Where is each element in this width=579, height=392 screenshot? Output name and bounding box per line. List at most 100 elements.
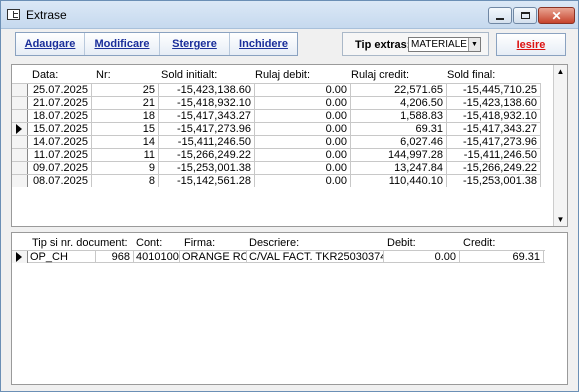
cell-nr[interactable]: 8 xyxy=(92,175,159,187)
extract-row[interactable]: 25.07.2025 25 -15,423,138.60 0.00 22,571.65-… xyxy=(12,83,541,96)
cell-credit[interactable]: 69.31 xyxy=(460,251,544,263)
exit-button[interactable]: Iesire xyxy=(496,33,566,56)
cell-date[interactable]: 09.07.2025 xyxy=(28,162,92,174)
col-header-credit[interactable]: Credit: xyxy=(463,237,495,249)
col-header-final-balance[interactable]: Sold final: xyxy=(447,69,495,81)
cell-nr[interactable]: 9 xyxy=(92,162,159,174)
row-indicator[interactable] xyxy=(12,149,28,161)
cell-debit[interactable]: 0.00 xyxy=(384,251,460,263)
cell-nr[interactable]: 15 xyxy=(92,123,159,135)
cell-date[interactable]: 11.07.2025 xyxy=(28,149,92,161)
cell-doc-number[interactable]: 968 xyxy=(96,251,134,263)
cell-doc-type[interactable]: OP_CH xyxy=(28,251,96,263)
cell-credit-turnover[interactable]: 13,247.84 xyxy=(351,162,447,174)
col-header-initial-balance[interactable]: Sold initialt: xyxy=(161,69,217,81)
row-indicator[interactable] xyxy=(12,97,28,109)
edit-button[interactable]: Modificare xyxy=(85,33,160,55)
cell-account[interactable]: 4010100 xyxy=(134,251,180,263)
row-indicator[interactable] xyxy=(12,251,28,263)
col-header-debit-turnover[interactable]: Rulaj debit: xyxy=(255,69,310,81)
col-header-date[interactable]: Data: xyxy=(32,69,58,81)
cell-date[interactable]: 15.07.2025 xyxy=(28,123,92,135)
col-header-description[interactable]: Descriere: xyxy=(249,237,299,249)
cell-final-balance[interactable]: -15,417,343.27 xyxy=(447,123,541,135)
dropdown-arrow-icon[interactable]: ▼ xyxy=(468,38,480,51)
cell-debit-turnover[interactable]: 0.00 xyxy=(255,136,351,148)
col-header-debit[interactable]: Debit: xyxy=(387,237,416,249)
cell-initial-balance[interactable]: -15,266,249.22 xyxy=(159,149,255,161)
col-header-account[interactable]: Cont: xyxy=(136,237,162,249)
add-button[interactable]: Adaugare xyxy=(16,33,85,55)
cell-initial-balance[interactable]: -15,411,246.50 xyxy=(159,136,255,148)
document-details-grid[interactable]: Tip si nr. document: Cont: Firma: Descri… xyxy=(11,232,568,385)
extract-row[interactable]: 09.07.2025 9 -15,253,001.38 0.00 13,247.84 -1… xyxy=(12,161,541,174)
extracts-scrollbar[interactable]: ▲ ▼ xyxy=(553,65,567,226)
col-header-doc-type[interactable]: Tip si nr. document: xyxy=(32,237,128,249)
cell-description[interactable]: C/VAL FACT. TKR250303747602 xyxy=(247,251,384,263)
cell-debit-turnover[interactable]: 0.00 xyxy=(255,162,351,174)
cell-final-balance[interactable]: -15,417,273.96 xyxy=(447,136,541,148)
extract-row[interactable]: 21.07.2025 21 -15,418,932.10 0.00 4,206.50 -1… xyxy=(12,96,541,109)
delete-button[interactable]: Stergere xyxy=(160,33,230,55)
cell-final-balance[interactable]: -15,253,001.38 xyxy=(447,175,541,187)
col-header-company[interactable]: Firma: xyxy=(184,237,215,249)
cell-final-balance[interactable]: -15,445,710.25 xyxy=(447,84,541,96)
cell-credit-turnover[interactable]: 144,997.28 xyxy=(351,149,447,161)
cell-final-balance[interactable]: -15,266,249.22 xyxy=(447,162,541,174)
cell-debit-turnover[interactable]: 0.00 xyxy=(255,149,351,161)
cell-initial-balance[interactable]: -15,417,343.27 xyxy=(159,110,255,122)
cell-debit-turnover[interactable]: 0.00 xyxy=(255,110,351,122)
cell-nr[interactable]: 11 xyxy=(92,149,159,161)
scroll-down-icon[interactable]: ▼ xyxy=(554,213,567,226)
cell-date[interactable]: 14.07.2025 xyxy=(28,136,92,148)
row-indicator[interactable] xyxy=(12,175,28,187)
cell-nr[interactable]: 18 xyxy=(92,110,159,122)
cell-credit-turnover[interactable]: 6,027.46 xyxy=(351,136,447,148)
extract-row[interactable]: 08.07.2025 8 -15,142,561.28 0.00 110,440.10-… xyxy=(12,174,541,187)
extracts-grid[interactable]: Data: Nr: Sold initialt: Rulaj debit: Ru… xyxy=(11,64,568,227)
cell-debit-turnover[interactable]: 0.00 xyxy=(255,175,351,187)
row-indicator[interactable] xyxy=(12,123,28,135)
cell-debit-turnover[interactable]: 0.00 xyxy=(255,123,351,135)
cell-date[interactable]: 21.07.2025 xyxy=(28,97,92,109)
extract-row[interactable]: 15.07.2025 15 -15,417,273.96 0.00 69.31 -15,4… xyxy=(12,122,541,135)
cell-date[interactable]: 18.07.2025 xyxy=(28,110,92,122)
row-indicator[interactable] xyxy=(12,84,28,96)
cell-credit-turnover[interactable]: 22,571.65 xyxy=(351,84,447,96)
cell-date[interactable]: 25.07.2025 xyxy=(28,84,92,96)
close-button[interactable]: Inchidere xyxy=(230,33,297,55)
row-indicator[interactable] xyxy=(12,136,28,148)
cell-nr[interactable]: 21 xyxy=(92,97,159,109)
close-window-button[interactable]: ✕ xyxy=(538,7,575,24)
cell-credit-turnover[interactable]: 69.31 xyxy=(351,123,447,135)
cell-debit-turnover[interactable]: 0.00 xyxy=(255,84,351,96)
cell-debit-turnover[interactable]: 0.00 xyxy=(255,97,351,109)
minimize-button[interactable] xyxy=(488,7,512,24)
detail-row[interactable]: OP_CH9684010100ORANGE ROMANC/VAL FACT. T… xyxy=(12,250,545,263)
cell-credit-turnover[interactable]: 110,440.10 xyxy=(351,175,447,187)
cell-initial-balance[interactable]: -15,142,561.28 xyxy=(159,175,255,187)
cell-final-balance[interactable]: -15,423,138.60 xyxy=(447,97,541,109)
extract-row[interactable]: 18.07.2025 18 -15,417,343.27 0.00 1,588.83 -1… xyxy=(12,109,541,122)
row-indicator[interactable] xyxy=(12,162,28,174)
cell-credit-turnover[interactable]: 4,206.50 xyxy=(351,97,447,109)
extract-type-select[interactable]: MATERIALE ▼ xyxy=(408,37,481,52)
cell-nr[interactable]: 14 xyxy=(92,136,159,148)
row-indicator[interactable] xyxy=(12,110,28,122)
cell-credit-turnover[interactable]: 1,588.83 xyxy=(351,110,447,122)
cell-initial-balance[interactable]: -15,423,138.60 xyxy=(159,84,255,96)
cell-final-balance[interactable]: -15,418,932.10 xyxy=(447,110,541,122)
cell-initial-balance[interactable]: -15,418,932.10 xyxy=(159,97,255,109)
cell-initial-balance[interactable]: -15,253,001.38 xyxy=(159,162,255,174)
extract-row[interactable]: 14.07.2025 14 -15,411,246.50 0.00 6,027.46 -1… xyxy=(12,135,541,148)
cell-final-balance[interactable]: -15,411,246.50 xyxy=(447,149,541,161)
cell-company[interactable]: ORANGE ROMAN xyxy=(180,251,247,263)
scroll-up-icon[interactable]: ▲ xyxy=(554,65,567,78)
col-header-nr[interactable]: Nr: xyxy=(96,69,111,81)
cell-nr[interactable]: 25 xyxy=(92,84,159,96)
maximize-button[interactable] xyxy=(513,7,537,24)
extract-row[interactable]: 11.07.2025 11 -15,266,249.22 0.00 144,997.28… xyxy=(12,148,541,161)
col-header-credit-turnover[interactable]: Rulaj credit: xyxy=(351,69,409,81)
cell-initial-balance[interactable]: -15,417,273.96 xyxy=(159,123,255,135)
cell-date[interactable]: 08.07.2025 xyxy=(28,175,92,187)
